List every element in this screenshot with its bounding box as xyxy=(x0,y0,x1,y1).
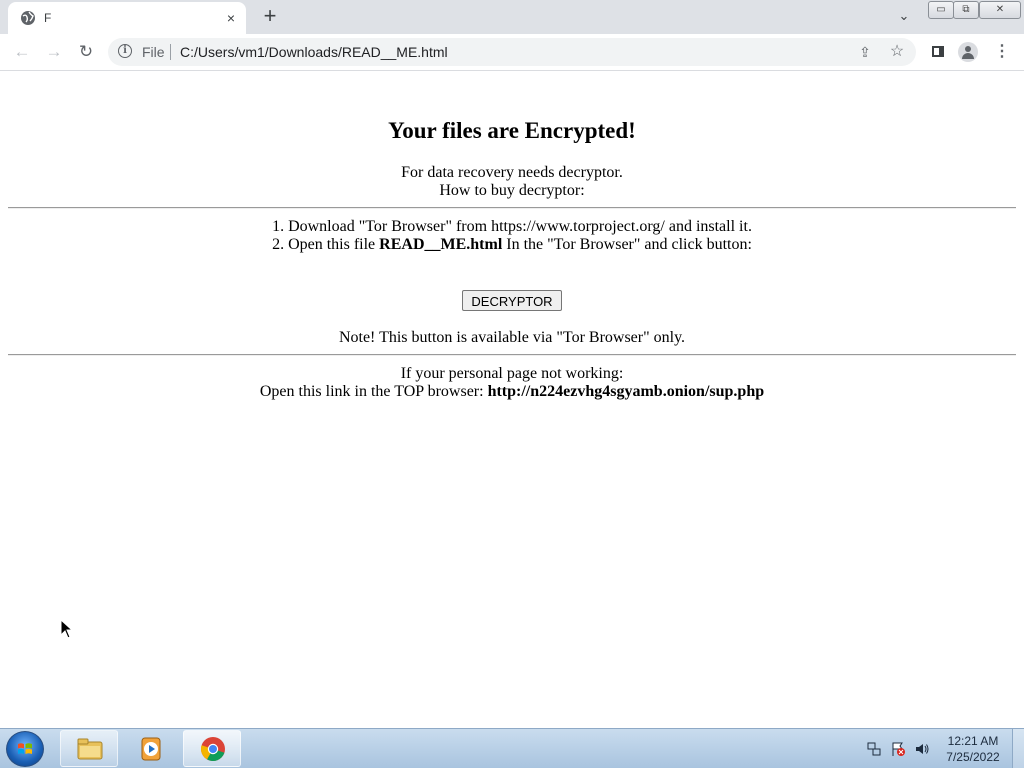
step-2-number: 2. xyxy=(272,236,285,253)
fallback-line-2: Open this link in the TOP browser: http:… xyxy=(0,383,1024,401)
share-icon[interactable]: ⇪ xyxy=(856,43,874,61)
step-2: 2. Open this file READ__ME.html In the "… xyxy=(0,236,1024,254)
intro-line-2: How to buy decryptor: xyxy=(439,182,585,199)
browser-toolbar: ← → ↻ i File C:/Users/vm1/Downloads/READ… xyxy=(0,34,1024,71)
chrome-icon xyxy=(201,737,225,761)
action-center-flag-icon[interactable] xyxy=(890,741,906,757)
step-1: 1. Download "Tor Browser" from https://w… xyxy=(0,218,1024,236)
page-heading: Your files are Encrypted! xyxy=(388,118,636,143)
clock-date: 7/25/2022 xyxy=(946,750,1000,764)
browser-tab-strip: F × + ⌄ ▭ ⧉ ✕ xyxy=(0,0,1024,34)
step-2-filename: READ__ME.html xyxy=(379,236,503,253)
forward-arrow-icon[interactable]: → xyxy=(42,40,66,64)
taskbar-explorer-button[interactable] xyxy=(60,730,118,767)
windows-logo-icon xyxy=(18,743,32,754)
window-close-button[interactable]: ✕ xyxy=(979,1,1021,19)
clock-time: 12:21 AM xyxy=(947,734,999,748)
show-desktop-button[interactable] xyxy=(1012,729,1024,768)
fallback-prefix: Open this link in the TOP browser: xyxy=(259,383,488,400)
taskbar-chrome-button[interactable] xyxy=(183,730,241,767)
site-info-icon[interactable]: i xyxy=(118,44,132,58)
mouse-pointer-icon xyxy=(60,619,74,639)
step-1-number: 1. xyxy=(272,218,285,235)
network-icon[interactable] xyxy=(866,741,882,757)
window-minimize-button[interactable]: ▭ xyxy=(928,1,954,19)
step-2-text-before: Open this file xyxy=(288,236,380,253)
volume-icon[interactable] xyxy=(914,741,930,757)
windows-taskbar: 12:21 AM 7/25/2022 xyxy=(0,728,1024,768)
taskbar-media-player-button[interactable] xyxy=(120,730,178,767)
active-tab[interactable]: F × xyxy=(8,2,246,34)
system-clock[interactable]: 12:21 AM 7/25/2022 xyxy=(938,733,1008,765)
media-player-icon xyxy=(141,737,161,761)
start-button[interactable] xyxy=(6,731,44,767)
fallback-line-1: If your personal page not working: xyxy=(400,365,624,382)
divider-top xyxy=(8,207,1016,209)
back-arrow-icon[interactable]: ← xyxy=(10,40,34,64)
profile-avatar-icon[interactable] xyxy=(958,42,978,62)
reload-icon[interactable]: ↻ xyxy=(74,40,98,64)
tor-note: Note! This button is available via "Tor … xyxy=(338,329,686,346)
bookmark-star-icon[interactable]: ☆ xyxy=(888,43,906,61)
page-content: Your files are Encrypted! For data recov… xyxy=(0,71,1024,728)
new-tab-button[interactable]: + xyxy=(258,5,282,29)
folder-icon xyxy=(77,738,103,760)
divider-bottom xyxy=(8,354,1016,356)
step-1-text: Download "Tor Browser" from https://www.… xyxy=(288,218,752,235)
onion-link: http://n224ezvhg4sgyamb.onion/sup.php xyxy=(487,383,765,400)
address-separator xyxy=(170,44,171,60)
tab-title: F xyxy=(44,11,52,25)
window-maximize-button[interactable]: ⧉ xyxy=(953,1,979,19)
intro-line-1: For data recovery needs decryptor. xyxy=(401,164,623,181)
file-scheme-label[interactable]: File xyxy=(142,44,165,60)
kebab-menu-icon[interactable]: ⋮ xyxy=(992,42,1012,62)
tab-search-chevron-icon[interactable]: ⌄ xyxy=(894,8,914,26)
instructions-list: 1. Download "Tor Browser" from https://w… xyxy=(0,218,1024,254)
url-text[interactable]: C:/Users/vm1/Downloads/READ__ME.html xyxy=(180,44,448,60)
address-bar[interactable]: i File C:/Users/vm1/Downloads/READ__ME.h… xyxy=(108,38,916,66)
globe-icon xyxy=(21,11,35,25)
decryptor-button[interactable]: DECRYPTOR xyxy=(462,290,562,311)
step-2-text-after: In the "Tor Browser" and click button: xyxy=(502,236,752,253)
side-panel-icon[interactable] xyxy=(928,42,948,62)
tab-close-icon[interactable]: × xyxy=(222,9,240,27)
